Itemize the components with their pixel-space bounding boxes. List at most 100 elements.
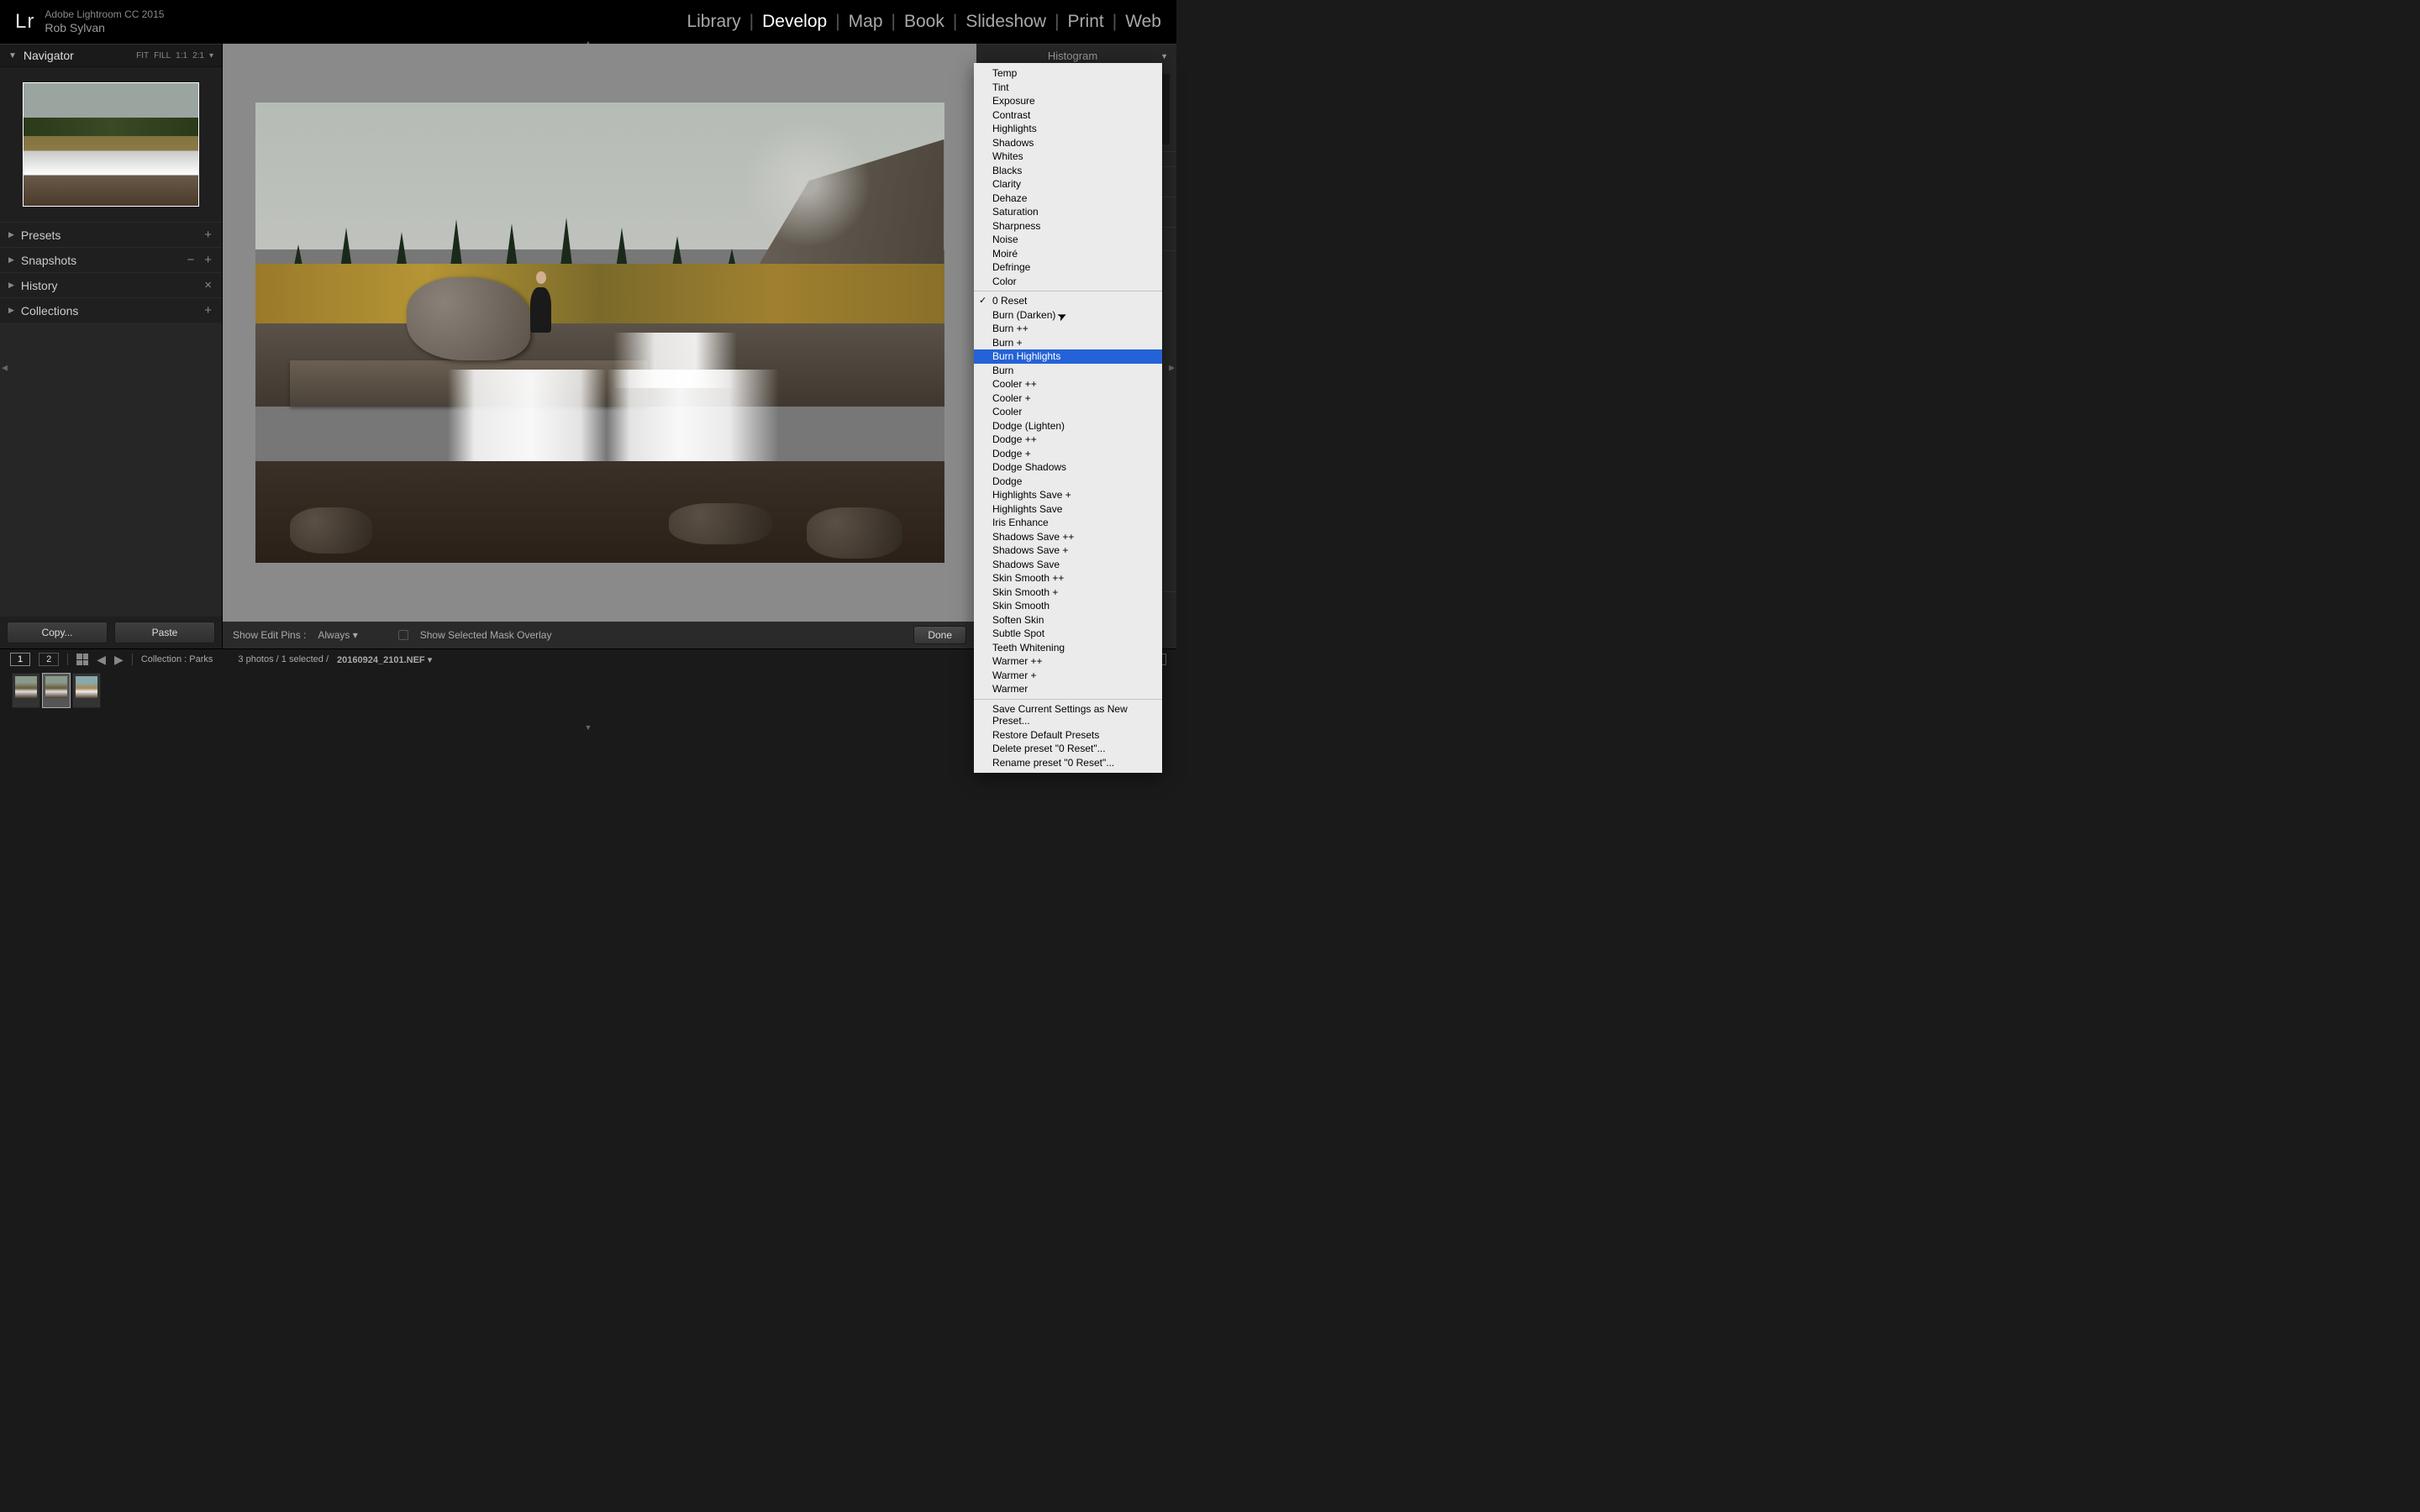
zoom-1to1[interactable]: 1:1 [176, 51, 187, 60]
snapshots-panel-header[interactable]: ▶ Snapshots − + [0, 247, 222, 272]
menu-item[interactable]: Burn + [974, 336, 1162, 350]
add-icon[interactable]: + [204, 228, 212, 242]
menu-item[interactable]: Defringe [974, 260, 1162, 275]
photo-preview[interactable] [255, 102, 944, 563]
disclosure-triangle-icon: ▶ [8, 306, 14, 315]
add-icon[interactable]: + [204, 303, 212, 318]
menu-item[interactable]: Skin Smooth + [974, 585, 1162, 600]
menu-item[interactable]: Sharpness [974, 219, 1162, 234]
menu-item[interactable]: Restore Default Presets [974, 728, 1162, 743]
disclosure-triangle-icon: ▶ [8, 230, 14, 239]
menu-item[interactable]: Iris Enhance [974, 516, 1162, 530]
history-panel-header[interactable]: ▶ History × [0, 272, 222, 297]
menu-item[interactable]: Cooler [974, 405, 1162, 419]
menu-item[interactable]: Burn ++ [974, 322, 1162, 336]
filmstrip-thumb[interactable] [12, 673, 40, 708]
menu-item[interactable]: Skin Smooth [974, 599, 1162, 613]
menu-item[interactable]: Moiré [974, 247, 1162, 261]
collections-panel-header[interactable]: ▶ Collections + [0, 297, 222, 323]
module-develop[interactable]: Develop [762, 12, 827, 32]
filmstrip-thumb[interactable] [72, 673, 101, 708]
user-name: Rob Sylvan [45, 21, 164, 35]
menu-item[interactable]: Highlights Save + [974, 488, 1162, 502]
menu-item[interactable]: Temp [974, 66, 1162, 81]
module-slideshow[interactable]: Slideshow [965, 12, 1046, 32]
menu-item[interactable]: Burn [974, 364, 1162, 378]
module-print[interactable]: Print [1068, 12, 1104, 32]
window-page-2[interactable]: 2 [39, 653, 59, 666]
section-label: Snapshots [21, 254, 177, 267]
navigator-header[interactable]: ▼ Navigator FIT FILL 1:1 2:1 ▾ [0, 44, 222, 67]
menu-item[interactable]: Color [974, 275, 1162, 289]
menu-item[interactable]: Dodge ++ [974, 433, 1162, 447]
module-web[interactable]: Web [1125, 12, 1161, 32]
menu-item[interactable]: Skin Smooth ++ [974, 571, 1162, 585]
navigator-title: Navigator [24, 49, 129, 62]
menu-item[interactable]: Contrast [974, 108, 1162, 123]
menu-item[interactable]: Clarity [974, 177, 1162, 192]
filmstrip-thumb[interactable] [42, 673, 71, 708]
menu-item[interactable]: Highlights [974, 122, 1162, 136]
menu-item[interactable]: Warmer + [974, 669, 1162, 683]
zoom-fill[interactable]: FILL [154, 51, 171, 60]
module-book[interactable]: Book [904, 12, 944, 32]
menu-item[interactable]: Noise [974, 233, 1162, 247]
menu-item[interactable]: Warmer [974, 682, 1162, 696]
photo-count: 3 photos / 1 selected / [238, 654, 329, 664]
menu-item[interactable]: Shadows [974, 136, 1162, 150]
clear-icon[interactable]: × [204, 278, 212, 292]
panel-collapse-bottom-icon[interactable]: ▼ [585, 723, 592, 732]
copy-button[interactable]: Copy... [7, 622, 108, 643]
menu-item[interactable]: Burn Highlights [974, 349, 1162, 364]
disclosure-triangle-icon[interactable]: ▼ [8, 51, 17, 60]
menu-item[interactable]: Highlights Save [974, 502, 1162, 517]
overlay-checkbox[interactable] [398, 630, 408, 640]
add-icon[interactable]: + [204, 253, 212, 267]
menu-item[interactable]: Delete preset "0 Reset"... [974, 742, 1162, 756]
current-filename[interactable]: 20160924_2101.NEF ▾ [337, 654, 432, 665]
menu-item[interactable]: Shadows Save + [974, 543, 1162, 558]
menu-item[interactable]: Saturation [974, 205, 1162, 219]
zoom-fit[interactable]: FIT [136, 51, 149, 60]
menu-item[interactable]: Dodge Shadows [974, 460, 1162, 475]
navigator-thumbnail[interactable] [23, 82, 199, 207]
menu-item[interactable]: Whites [974, 150, 1162, 164]
presets-panel-header[interactable]: ▶ Presets + [0, 222, 222, 247]
next-photo-icon[interactable]: ▶ [114, 653, 124, 667]
menu-item[interactable]: Cooler ++ [974, 377, 1162, 391]
disclosure-triangle-icon: ▶ [8, 255, 14, 265]
menu-item[interactable]: Shadows Save [974, 558, 1162, 572]
zoom-custom[interactable]: 2:1 [192, 51, 204, 60]
remove-icon[interactable]: − [187, 253, 194, 267]
paste-button[interactable]: Paste [114, 622, 215, 643]
menu-item[interactable]: Cooler + [974, 391, 1162, 406]
collection-breadcrumb[interactable]: Collection : Parks [141, 654, 213, 664]
menu-item[interactable]: Dodge [974, 475, 1162, 489]
window-page-1[interactable]: 1 [10, 653, 30, 666]
menu-item[interactable]: Warmer ++ [974, 654, 1162, 669]
module-library[interactable]: Library [687, 12, 740, 32]
menu-item[interactable]: Dehaze [974, 192, 1162, 206]
menu-item[interactable]: Shadows Save ++ [974, 530, 1162, 544]
menu-item[interactable]: Dodge + [974, 447, 1162, 461]
prev-photo-icon[interactable]: ◀ [97, 653, 106, 667]
menu-item[interactable]: Dodge (Lighten) [974, 419, 1162, 433]
panel-collapse-right-icon[interactable]: ▶ [1169, 363, 1175, 372]
menu-item[interactable]: Exposure [974, 94, 1162, 108]
menu-item[interactable]: Blacks [974, 164, 1162, 178]
menu-item[interactable]: Soften Skin [974, 613, 1162, 627]
menu-item[interactable]: Teeth Whitening [974, 641, 1162, 655]
module-picker: Library| Develop| Map| Book| Slideshow| … [687, 12, 1161, 32]
done-button[interactable]: Done [913, 626, 966, 644]
menu-item[interactable]: Save Current Settings as New Preset... [974, 702, 1162, 728]
zoom-menu-icon[interactable]: ▾ [209, 51, 213, 60]
menu-item[interactable]: Rename preset "0 Reset"... [974, 756, 1162, 770]
panel-collapse-left-icon[interactable]: ◀ [2, 363, 8, 372]
module-map[interactable]: Map [849, 12, 883, 32]
disclosure-triangle-icon: ▼ [1160, 52, 1168, 60]
edit-pins-dropdown[interactable]: Always ▾ [318, 629, 357, 641]
menu-item[interactable]: Tint [974, 81, 1162, 95]
menu-item[interactable]: Subtle Spot [974, 627, 1162, 641]
menu-item[interactable]: 0 Reset [974, 294, 1162, 308]
grid-view-icon[interactable] [76, 654, 88, 665]
